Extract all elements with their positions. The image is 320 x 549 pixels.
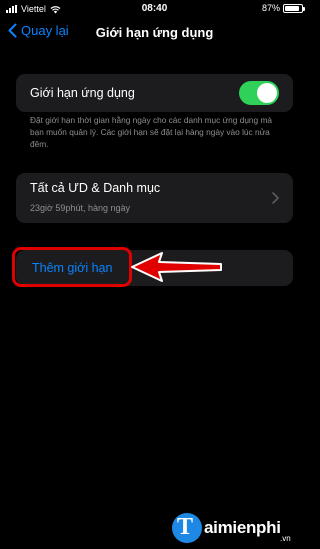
app-limits-row: Giới hạn ứng dụng <box>16 74 293 112</box>
app-limits-toggle[interactable] <box>239 81 279 105</box>
chevron-right-icon <box>272 192 279 204</box>
page-title: Giới hạn ứng dụng <box>95 25 214 40</box>
status-bar: Viettel 08:40 87% <box>0 0 309 18</box>
watermark-logo: T aimienphi .vn <box>168 509 308 549</box>
all-apps-limit-summary: 23giờ 59phút, hàng ngày <box>30 203 130 213</box>
all-apps-title: Tất cả ƯD & Danh mục <box>30 181 161 195</box>
logo-letter: T <box>177 514 194 540</box>
app-limits-description: Đặt giới hạn thời gian hằng ngày cho các… <box>30 115 272 149</box>
logo-brand: aimienphi <box>204 518 281 537</box>
annotation-arrow-icon <box>131 252 222 282</box>
toggle-knob <box>257 83 277 103</box>
battery-percent: 87% <box>261 3 280 13</box>
app-limits-label: Giới hạn ứng dụng <box>30 86 135 100</box>
annotation-highlight-box <box>12 247 132 287</box>
status-right: 87% <box>261 3 305 13</box>
all-apps-categories-row[interactable]: Tất cả ƯD & Danh mục 23giờ 59phút, hàng … <box>16 173 293 223</box>
logo-suffix: .vn <box>280 534 291 543</box>
battery-icon <box>283 3 305 13</box>
navigation-bar: Quay lại Giới hạn ứng dụng <box>0 18 309 48</box>
